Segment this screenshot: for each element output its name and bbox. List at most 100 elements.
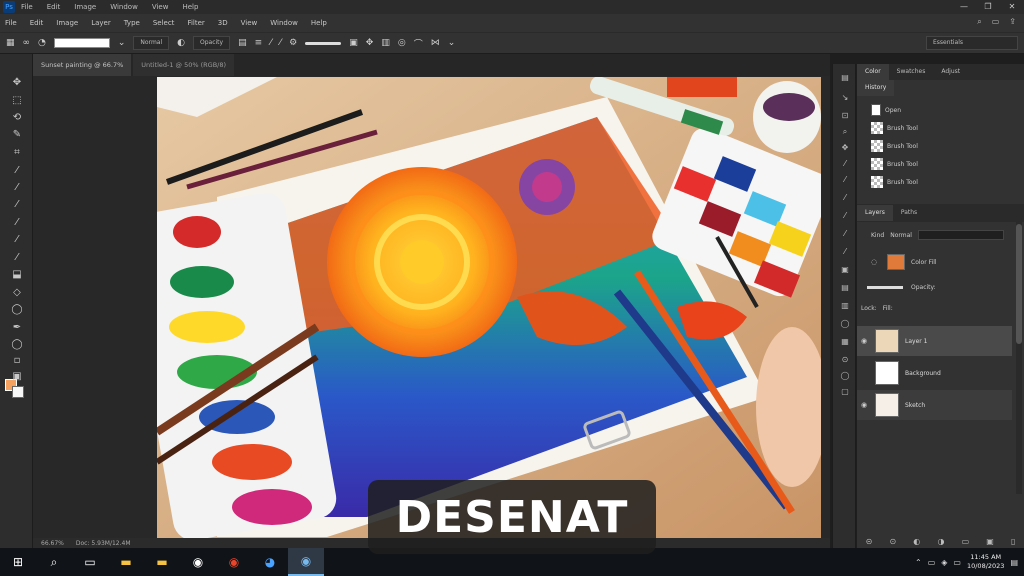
maximize-button[interactable]: ❐ [976, 0, 1000, 14]
history-brush-icon[interactable]: ⁄ [10, 233, 24, 247]
title-menu-view[interactable]: View [152, 3, 169, 11]
paint-panel-icon[interactable]: ⁄ [839, 174, 851, 186]
chevron-down-icon[interactable]: ⌄ [118, 38, 126, 48]
blend-mode-dropdown[interactable]: Normal [890, 232, 912, 239]
shape-tool-icon[interactable]: ◯ [10, 338, 24, 352]
clock[interactable]: 11:45 AM 10/08/2023 [967, 553, 1004, 571]
menu-select[interactable]: Select [153, 19, 175, 27]
target-icon[interactable]: ◎ [398, 38, 406, 48]
opacity-dropdown[interactable]: Opacity [193, 36, 231, 50]
butterfly-icon[interactable]: ⋈ [431, 38, 440, 48]
info-panel-icon[interactable]: ⊡ [839, 110, 851, 122]
browser-icon[interactable]: ◉ [180, 548, 216, 576]
menu-layer[interactable]: Layer [91, 19, 111, 27]
adjustment-row[interactable]: ◌ Color Fill [867, 254, 937, 270]
layer-row[interactable]: ◉ Sketch [857, 390, 1012, 420]
curve-icon[interactable]: ⌒ [414, 37, 423, 50]
dodge-tool-icon[interactable]: ◯ [10, 303, 24, 317]
menu-filter[interactable]: Filter [187, 19, 204, 27]
title-menu-image[interactable]: Image [74, 3, 96, 11]
tab-document-2[interactable]: Untitled-1 @ 50% (RGB/8) [133, 54, 235, 76]
history-item[interactable]: Brush Tool [871, 156, 918, 172]
chevron-icon[interactable]: ⌄ [448, 38, 456, 48]
new-layer-icon[interactable]: ▣ [986, 537, 994, 546]
chevron-up-icon[interactable]: ⌃ [915, 558, 922, 567]
brush-panel-icon[interactable]: ◔ [38, 38, 46, 48]
chrome-icon[interactable]: ◉ [216, 548, 252, 576]
network-icon[interactable]: ▭ [928, 558, 936, 567]
style-panel-icon[interactable]: ⁄ [839, 192, 851, 204]
settings-icon[interactable]: ⚙ [289, 38, 297, 48]
adjust-panel-icon[interactable]: ✥ [839, 142, 851, 154]
pressure-icon[interactable]: ▤ [238, 38, 247, 48]
title-menu-help[interactable]: Help [182, 3, 198, 11]
tab-paths[interactable]: Paths [893, 205, 925, 221]
gradient-tool-icon[interactable]: ⬓ [10, 268, 24, 282]
title-menu-window[interactable]: Window [110, 3, 138, 11]
zoom-panel-icon[interactable]: ⌕ [839, 126, 851, 138]
link-icon[interactable]: ◌ [867, 258, 881, 266]
edge-icon[interactable]: ◉ [288, 548, 324, 576]
gradient-panel-icon[interactable]: ▣ [839, 264, 851, 276]
lasso-tool-icon[interactable]: ⟲ [10, 111, 24, 125]
close-button[interactable]: ✕ [1000, 0, 1024, 14]
tab-layers[interactable]: Layers [857, 205, 893, 221]
title-menu-edit[interactable]: Edit [47, 3, 61, 11]
battery-icon[interactable]: ▭ [953, 558, 961, 567]
title-menu-file[interactable]: File [21, 3, 33, 11]
crop-tool-icon[interactable]: ⌗ [10, 146, 24, 160]
menu-file[interactable]: File [5, 19, 17, 27]
arrange-icon[interactable]: ▭ [992, 17, 1000, 27]
symmetry-icon[interactable]: ✥ [366, 38, 374, 48]
history-item[interactable]: Open [871, 102, 901, 118]
swatches-panel-icon[interactable]: ▦ [839, 336, 851, 348]
history-item[interactable]: Brush Tool [871, 174, 918, 190]
workspace-select[interactable]: Essentials [926, 36, 1018, 50]
character-panel-icon[interactable]: ▤ [839, 282, 851, 294]
brush-tool-icon[interactable]: ⁄ [10, 198, 24, 212]
opacity-slider[interactable] [867, 286, 903, 289]
actions-panel-icon[interactable]: ↘ [839, 92, 851, 104]
stamp-tool-icon[interactable]: ⁄ [10, 216, 24, 230]
tool-preset-icon[interactable]: ▦ [6, 38, 15, 48]
background-color-swatch[interactable] [12, 386, 24, 398]
layer-row[interactable]: Background [857, 358, 1012, 388]
menu-view[interactable]: View [241, 19, 258, 27]
channels-panel-icon[interactable]: ⁄ [839, 246, 851, 258]
pen-tool-icon[interactable]: ✒ [10, 321, 24, 335]
tab-history[interactable]: History [857, 80, 895, 96]
layers-scrollbar[interactable] [1016, 214, 1022, 494]
menu-type[interactable]: Type [124, 19, 140, 27]
eyedropper-tool-icon[interactable]: ⁄ [10, 164, 24, 178]
menu-window[interactable]: Window [270, 19, 298, 27]
brush-size-field[interactable] [53, 38, 110, 48]
eye-icon[interactable]: ◉ [857, 337, 871, 345]
layer-row[interactable]: ◉ Layer 1 [857, 326, 1012, 356]
canvas-artwork[interactable] [157, 77, 821, 538]
quick-select-icon[interactable]: ✎ [10, 128, 24, 142]
flow-icon[interactable]: ≡ [255, 38, 263, 48]
start-button[interactable]: ⊞ [0, 548, 36, 576]
paragraph-panel-icon[interactable]: ▥ [839, 300, 851, 312]
minimize-button[interactable]: — [952, 0, 976, 14]
menu-3d[interactable]: 3D [218, 19, 228, 27]
photoshop-taskbar-icon[interactable]: ◕ [252, 548, 288, 576]
eye-icon[interactable]: ◉ [857, 401, 871, 409]
history-panel-icon[interactable]: ▤ [839, 72, 851, 84]
history-item[interactable]: Brush Tool [871, 120, 918, 136]
share-icon[interactable]: ⇪ [1009, 17, 1016, 27]
folder-icon[interactable]: ▬ [144, 548, 180, 576]
volume-icon[interactable]: ◈ [941, 558, 947, 567]
properties-panel-icon[interactable]: ◯ [839, 370, 851, 382]
tab-document-1[interactable]: Sunset painting @ 66.7% [33, 54, 132, 76]
adjustment-icon[interactable]: ◑ [937, 537, 944, 546]
swap-colors-icon[interactable]: ▫ [10, 354, 24, 368]
quick-mask-icon[interactable]: ▣ [10, 370, 24, 384]
marquee-tool-icon[interactable]: ⬚ [10, 94, 24, 108]
notes-panel-icon[interactable]: ▢ [839, 386, 851, 398]
fx-icon[interactable]: ⊙ [889, 537, 896, 546]
mode-dropdown[interactable]: Normal [133, 36, 170, 50]
history-item[interactable]: Brush Tool [871, 138, 918, 154]
clone-panel-icon[interactable]: ⁄ [839, 210, 851, 222]
angle-icon[interactable]: ▣ [349, 38, 358, 48]
